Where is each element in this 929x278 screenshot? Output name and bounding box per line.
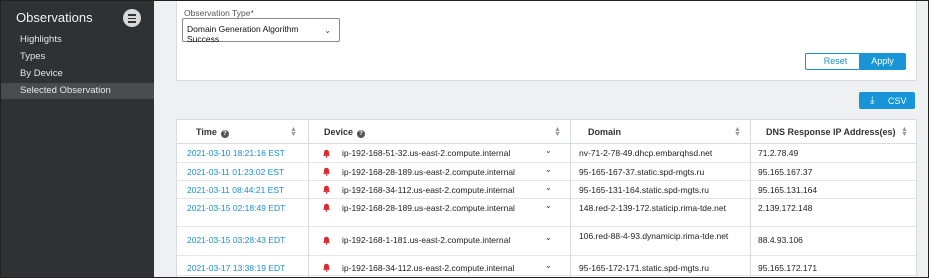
- table-row[interactable]: 2021-03-11 01:23:02 EST ip-192-168-28-18…: [177, 163, 918, 181]
- bell-icon: [322, 263, 331, 272]
- chevron-down-icon[interactable]: ⌄: [545, 201, 552, 210]
- sidebar-item-by-device[interactable]: By Device: [1, 66, 154, 82]
- download-icon: ⤓: [870, 95, 875, 106]
- chevron-down-icon[interactable]: ⌄: [545, 146, 552, 155]
- csv-button-label: CSV: [888, 96, 907, 106]
- column-divider: [570, 144, 571, 277]
- sidebar-item-selected-observation[interactable]: Selected Observation: [1, 83, 154, 99]
- time-link[interactable]: 2021-03-15 02:18:49 EDT: [187, 203, 285, 213]
- apply-button[interactable]: Apply: [859, 53, 906, 70]
- column-label: Domain: [588, 127, 622, 137]
- time-link[interactable]: 2021-03-11 08:44:21 EST: [187, 185, 284, 195]
- device-name: ip-192-168-34-112.us-east-2.compute.inte…: [342, 185, 515, 195]
- dns-ip-value: 71.2.78.49: [758, 148, 799, 158]
- domain-value: 95-165-167-37.static.spd-mgts.ru: [579, 167, 705, 177]
- device-name: ip-192-168-28-189.us-east-2.compute.inte…: [342, 203, 515, 213]
- time-link[interactable]: 2021-03-11 01:23:02 EST: [187, 167, 284, 177]
- hamburger-icon[interactable]: [123, 9, 141, 27]
- column-label: DNS Response IP Address(es): [766, 127, 896, 137]
- chevron-down-icon[interactable]: ⌄: [545, 233, 552, 242]
- column-divider: [308, 120, 309, 144]
- csv-export-button[interactable]: ⤓ CSV: [859, 92, 915, 109]
- dns-ip-value: 95.165.172.171: [758, 263, 818, 273]
- observation-type-value: Domain Generation Algorithm Success: [187, 24, 299, 44]
- bell-icon: [322, 167, 331, 176]
- table-header: Time? ▲ ▼ Device? ▲ ▼ Domain ▲ ▼ DNS Respon…: [177, 120, 918, 144]
- sidebar-item-types[interactable]: Types: [1, 49, 154, 65]
- column-header-domain[interactable]: Domain: [588, 120, 621, 144]
- time-link[interactable]: 2021-03-17 13:38:19 EDT: [187, 263, 285, 273]
- domain-value: 148.red-2-139-172.staticip.rima-tde.net: [579, 203, 726, 213]
- dns-ip-value: 88.4.93.106: [758, 235, 803, 245]
- column-label: Device: [324, 127, 354, 137]
- bell-icon: [322, 203, 331, 212]
- app-frame: Observations Highlights Types By Device …: [0, 0, 929, 278]
- sort-icon[interactable]: ▲ ▼: [734, 126, 741, 138]
- reset-button[interactable]: Reset: [805, 53, 866, 70]
- table-row[interactable]: 2021-03-10 18:21:16 EST ip-192-168-51-32…: [177, 144, 918, 163]
- dns-ip-value: 95.165.167.37: [758, 167, 813, 177]
- chevron-down-icon: ⌄: [324, 26, 331, 35]
- device-name: ip-192-168-51-32.us-east-2.compute.inter…: [342, 148, 511, 158]
- device-name: ip-192-168-34-112.us-east-2.compute.inte…: [342, 263, 515, 273]
- column-header-device[interactable]: Device?: [324, 120, 366, 144]
- sidebar-item-highlights[interactable]: Highlights: [1, 32, 154, 48]
- chevron-down-icon[interactable]: ⌄: [545, 183, 552, 192]
- time-link[interactable]: 2021-03-15 03:28:43 EDT: [187, 235, 285, 245]
- device-name: ip-192-168-28-189.us-east-2.compute.inte…: [342, 167, 515, 177]
- observations-table: Time? ▲ ▼ Device? ▲ ▼ Domain ▲ ▼ DNS Respon…: [176, 119, 918, 277]
- table-row[interactable]: 2021-03-17 13:38:19 EDT ip-192-168-34-11…: [177, 256, 918, 276]
- device-name: ip-192-168-1-181.us-east-2.compute.inter…: [342, 235, 511, 245]
- chevron-down-icon[interactable]: ⌄: [545, 165, 552, 174]
- filter-panel: Observation Type* Domain Generation Algo…: [176, 1, 917, 81]
- sort-icon[interactable]: ▲ ▼: [554, 126, 561, 138]
- column-label: Time: [196, 127, 217, 137]
- column-divider: [750, 144, 751, 277]
- domain-value: 95-165-172-171.static.spd-mgts.ru: [579, 263, 709, 273]
- help-icon[interactable]: ?: [220, 130, 229, 138]
- table-row[interactable]: 2021-03-15 03:28:43 EDT ip-192-168-1-181…: [177, 227, 918, 256]
- domain-value: 95-165-131-164.static.spd-mgts.ru: [579, 185, 709, 195]
- column-header-dns-ip[interactable]: DNS Response IP Address(es): [766, 120, 896, 144]
- bell-icon: [322, 236, 331, 245]
- sidebar-title: Observations: [16, 10, 93, 25]
- column-divider: [750, 120, 751, 144]
- sort-icon[interactable]: ▲ ▼: [290, 126, 297, 138]
- domain-value: nv-71-2-78-49.dhcp.embarqhsd.net: [579, 148, 713, 158]
- sidebar: Observations Highlights Types By Device …: [1, 1, 154, 277]
- bell-icon: [322, 149, 331, 158]
- column-header-time[interactable]: Time?: [196, 120, 229, 144]
- help-icon[interactable]: ?: [357, 130, 366, 138]
- domain-value: 106.red-88-4-93.dynamicip.rima-tde.net: [579, 231, 729, 241]
- chevron-down-icon[interactable]: ⌄: [545, 261, 552, 270]
- table-row[interactable]: 2021-03-15 02:18:49 EDT ip-192-168-28-18…: [177, 199, 918, 227]
- time-link[interactable]: 2021-03-10 18:21:16 EST: [187, 148, 285, 158]
- dns-ip-value: 2.139.172.148: [758, 203, 813, 213]
- observation-type-label: Observation Type*: [184, 8, 254, 18]
- dns-ip-value: 95.165.131.164: [758, 185, 818, 195]
- observation-type-select[interactable]: Domain Generation Algorithm Success ⌄: [182, 18, 340, 44]
- sort-icon[interactable]: ▲ ▼: [901, 126, 908, 138]
- column-divider: [570, 120, 571, 144]
- bell-icon: [322, 185, 331, 194]
- column-divider: [308, 144, 309, 277]
- table-row[interactable]: 2021-03-11 08:44:21 EST ip-192-168-34-11…: [177, 181, 918, 199]
